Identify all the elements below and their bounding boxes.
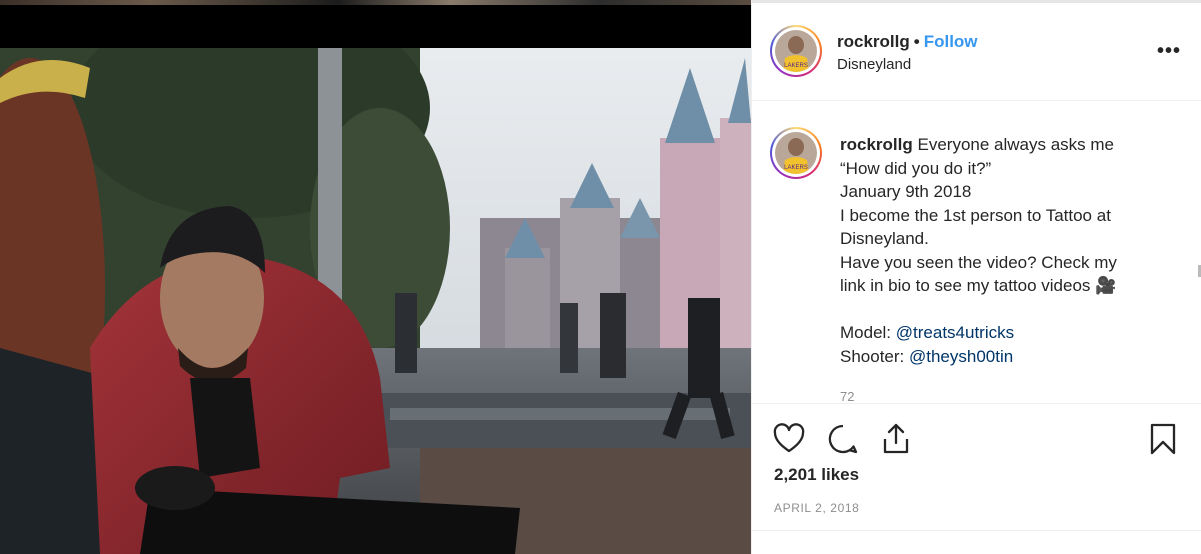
caption-line: Disneyland. [840,229,929,248]
svg-text:LAKERS: LAKERS [784,63,808,69]
post-header: LAKERS rockrollg • Follow Disneyland ••• [752,3,1201,101]
heart-icon[interactable] [772,422,806,456]
avatar-image: LAKERS [775,30,817,72]
heart-icon-svg [773,423,805,453]
avatar-frame: LAKERS [772,27,820,75]
caption-model-line: Model: @treats4utricks [840,321,1170,345]
comment-icon[interactable] [826,422,860,456]
thumbnail-strip [0,0,751,5]
caption-line: Have you seen the video? Check my [840,252,1117,272]
comment-icon-svg [828,424,858,454]
caption-avatar[interactable]: LAKERS [770,127,822,179]
avatar-image: LAKERS [775,132,817,174]
shooter-label: Shooter: [840,346,905,366]
share-icon-svg [883,423,909,454]
post-actions: 2,201 likes APRIL 2, 2018 [752,403,1201,554]
caption-line: rockrollg Everyone always asks me [840,133,1170,157]
model-label: Model: [840,323,892,342]
model-mention-link[interactable]: @treats4utricks [896,323,1014,342]
svg-text:LAKERS: LAKERS [784,165,808,171]
avatar[interactable]: LAKERS [770,25,822,77]
share-icon[interactable] [879,422,913,456]
partial-hidden-text: 72 [840,389,855,403]
location-link[interactable]: Disneyland [837,56,911,73]
comments-section: LAKERS rockrollg Everyone always asks me… [752,101,1201,403]
post-side-panel: LAKERS rockrollg • Follow Disneyland ••• L… [751,0,1201,554]
header-user-line: rockrollg • Follow [837,32,978,52]
username-link[interactable]: rockrollg [837,32,910,51]
post-media[interactable] [0,0,751,554]
caption-text: rockrollg Everyone always asks me “How d… [840,133,1170,368]
caption-line: “How did you do it?” [840,158,992,178]
caption-blank-line [840,298,1170,322]
caption-line-text: Everyone always asks me [917,135,1115,154]
caption-username-link[interactable]: rockrollg [840,135,913,154]
bookmark-icon[interactable] [1146,422,1180,456]
separator-dot: • [913,32,920,51]
likes-count[interactable]: 2,201 likes [774,465,859,485]
follow-button[interactable]: Follow [924,32,978,51]
post-date[interactable]: APRIL 2, 2018 [774,501,859,515]
more-options-icon[interactable]: ••• [1157,41,1181,61]
divider [752,530,1201,531]
avatar-frame: LAKERS [772,129,820,177]
caption-line: I become the 1st person to Tattoo at [840,205,1111,225]
post-photo[interactable] [0,48,751,554]
caption-shooter-line: Shooter: @theysh00tin [840,345,1170,369]
caption-line: January 9th 2018 [840,182,972,201]
bookmark-icon-svg [1150,423,1176,455]
shooter-mention-link[interactable]: @theysh00tin [909,347,1013,366]
caption-line: link in bio to see my tattoo videos 🎥 [840,276,1117,295]
